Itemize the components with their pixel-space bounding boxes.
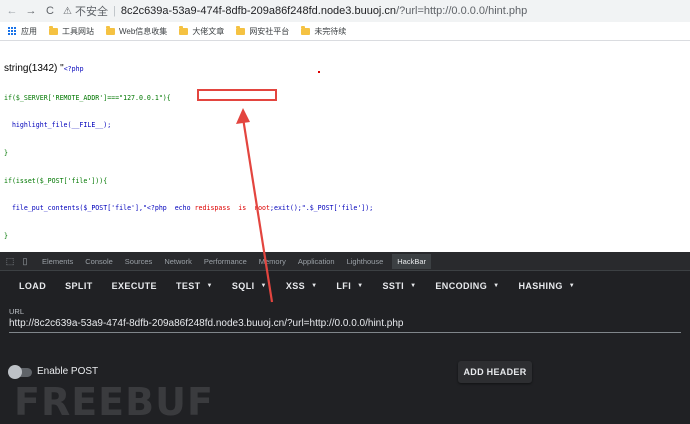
folder-icon xyxy=(179,25,189,35)
code-line: file_put_contents($_POST['file'],"<?php … xyxy=(4,204,195,213)
hashing-menu[interactable]: HASHING ▼ xyxy=(518,281,575,291)
toggle-knob[interactable] xyxy=(8,365,22,379)
folder-icon xyxy=(301,25,311,35)
xss-menu[interactable]: XSS ▼ xyxy=(286,281,318,291)
devtools-tabs: ⬚ ▯ Elements Console Sources Network Per… xyxy=(0,252,690,271)
caret-down-icon: ▼ xyxy=(311,283,318,289)
load-button[interactable]: LOAD xyxy=(19,281,46,291)
security-label[interactable]: 不安全 xyxy=(75,3,108,19)
code-line: <?php xyxy=(63,65,84,74)
bookmark-label: Web信息收集 xyxy=(119,26,168,36)
back-icon[interactable]: ← xyxy=(5,5,19,17)
warning-icon: ⚠ xyxy=(63,5,72,17)
execute-button[interactable]: EXECUTE xyxy=(112,281,157,291)
button-label: SSTI xyxy=(382,281,405,291)
test-menu[interactable]: TEST ▼ xyxy=(176,281,213,291)
enable-post-label: Enable POST xyxy=(37,366,99,377)
bookmarks-bar: 应用 工具网站 Web信息收集 大佬文章 网安社平台 未完待续 xyxy=(0,22,690,41)
bookmark-label: 应用 xyxy=(21,26,37,36)
apps-grid-icon xyxy=(8,26,17,36)
address-bar: ← → C ⚠ 不安全 | 8c2c639a-53a9-474f-8dfb-20… xyxy=(0,0,690,22)
inspect-icon[interactable]: ⬚ xyxy=(5,256,15,266)
tab-memory[interactable]: Memory xyxy=(259,257,286,266)
tab-performance[interactable]: Performance xyxy=(204,257,247,266)
reload-icon[interactable]: C xyxy=(43,5,57,17)
button-label: HASHING xyxy=(518,281,563,291)
tab-console[interactable]: Console xyxy=(85,257,113,266)
bookmark-folder[interactable]: 未完待续 xyxy=(301,25,347,37)
url-input[interactable]: http://8c2c639a-53a9-474f-8dfb-209a86f24… xyxy=(9,318,403,329)
tab-application[interactable]: Application xyxy=(298,257,335,266)
code-tail: ;exit();".$_POST['file']); xyxy=(270,204,374,213)
code-line: } xyxy=(4,231,8,240)
string-prefix: string(1342) " xyxy=(4,63,64,75)
code-line: highlight_file(__FILE__); xyxy=(4,121,112,130)
sqli-menu[interactable]: SQLI ▼ xyxy=(232,281,267,291)
tab-network[interactable]: Network xyxy=(164,257,192,266)
code-line: if($_SERVER['REMOTE_ADDR']==="127.0.0.1"… xyxy=(4,93,171,102)
split-button[interactable]: SPLIT xyxy=(65,281,93,291)
bookmark-label: 未完待续 xyxy=(314,26,347,36)
highlighted-password: redispass is root xyxy=(194,204,270,213)
freebuf-watermark: FREEBUF xyxy=(14,380,214,424)
code-line: if(isset($_POST['file'])){ xyxy=(4,176,108,185)
bookmark-folder[interactable]: Web信息收集 xyxy=(106,25,168,37)
forward-icon[interactable]: → xyxy=(24,5,38,17)
folder-icon xyxy=(49,25,58,35)
url-path: /?url=http://0.0.0.0/hint.php xyxy=(396,5,528,17)
button-label: TEST xyxy=(175,281,201,291)
caret-down-icon: ▼ xyxy=(260,283,267,289)
url-separator: | xyxy=(112,5,116,17)
highlight-box xyxy=(197,89,277,101)
bookmark-label: 网安社平台 xyxy=(249,26,290,36)
lfi-menu[interactable]: LFI ▼ xyxy=(336,281,363,291)
tab-lighthouse[interactable]: Lighthouse xyxy=(347,257,384,266)
tab-sources[interactable]: Sources xyxy=(125,257,153,266)
device-toolbar-icon[interactable]: ▯ xyxy=(20,256,30,266)
ssti-menu[interactable]: SSTI ▼ xyxy=(382,281,416,291)
button-label: SQLI xyxy=(231,281,255,291)
bookmark-folder[interactable]: 网安社平台 xyxy=(236,25,290,37)
hackbar-toolbar: LOAD SPLIT EXECUTE TEST ▼ SQLI ▼ XSS ▼ LFI ▼… xyxy=(0,271,690,301)
add-header-button[interactable]: ADD HEADER xyxy=(458,361,532,383)
url-field-label: URL xyxy=(9,307,25,316)
page-content: string(1342) "<?php if($_SERVER['REMOTE_… xyxy=(0,41,690,269)
bookmark-apps[interactable]: 应用 xyxy=(8,26,37,37)
button-label: ENCODING xyxy=(435,281,488,291)
caret-down-icon: ▼ xyxy=(357,283,364,289)
folder-icon xyxy=(236,25,246,35)
code-line: } xyxy=(4,149,8,157)
button-label: SPLIT xyxy=(65,281,93,291)
button-label: LFI xyxy=(336,281,352,291)
url-field[interactable]: ⚠ 不安全 | 8c2c639a-53a9-474f-8dfb-209a86f2… xyxy=(63,3,527,19)
bookmark-label: 工具网站 xyxy=(62,26,94,36)
button-label: XSS xyxy=(285,281,306,291)
caret-down-icon: ▼ xyxy=(493,283,500,289)
tab-elements[interactable]: Elements xyxy=(42,257,73,266)
caret-down-icon: ▼ xyxy=(206,283,213,289)
caret-down-icon: ▼ xyxy=(568,283,576,289)
button-label: LOAD xyxy=(19,281,47,291)
bookmark-folder[interactable]: 大佬文章 xyxy=(179,25,225,37)
encoding-menu[interactable]: ENCODING ▼ xyxy=(435,281,499,291)
bookmark-label: 大佬文章 xyxy=(192,26,225,36)
tab-hackbar[interactable]: HackBar xyxy=(392,253,432,269)
button-label: EXECUTE xyxy=(111,281,157,291)
stray-dot xyxy=(318,71,320,73)
url-input-underline xyxy=(9,332,681,333)
folder-icon xyxy=(106,25,115,35)
url-host: 8c2c639a-53a9-474f-8dfb-209a86f248fd.nod… xyxy=(120,5,397,17)
bookmark-folder[interactable]: 工具网站 xyxy=(49,25,94,37)
php-source: string(1342) "<?php if($_SERVER['REMOTE_… xyxy=(4,46,373,287)
caret-down-icon: ▼ xyxy=(410,283,417,289)
